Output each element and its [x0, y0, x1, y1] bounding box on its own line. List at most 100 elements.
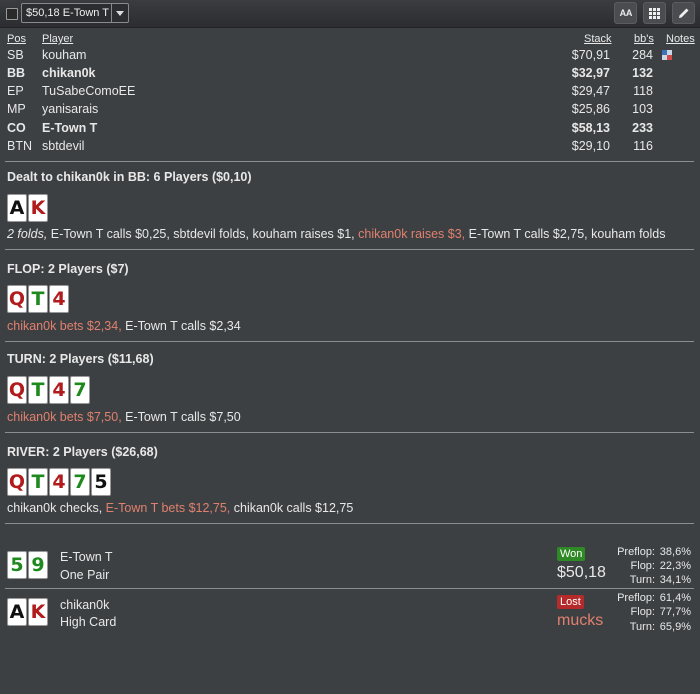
- card: A: [7, 194, 27, 222]
- player-bbs: 233: [632, 121, 653, 135]
- card: Q: [7, 376, 27, 404]
- player-row[interactable]: BB chikan0k $32,97 132: [0, 66, 700, 84]
- river-action: chikan0k checks, E-Town T bets $12,75, c…: [7, 501, 353, 515]
- preflop-title: Dealt to chikan0k in BB: 6 Players ($0,1…: [7, 170, 252, 184]
- hero-action: chikan0k raises $3,: [354, 227, 466, 241]
- player-row[interactable]: SB kouham $70,91 284: [0, 48, 700, 66]
- pencil-icon: [678, 8, 688, 18]
- player-stack: $29,47: [571, 84, 610, 98]
- equity-label: Turn:: [629, 574, 655, 586]
- river-title: RIVER: 2 Players ($26,68): [7, 445, 158, 459]
- result-hand: High Card: [60, 615, 117, 629]
- card: 4: [49, 376, 69, 404]
- board-cards: Q T 4: [7, 285, 69, 313]
- divider: [5, 161, 694, 162]
- player-pos: EP: [7, 84, 24, 98]
- card: T: [28, 376, 48, 404]
- player-stack: $25,86: [571, 102, 610, 116]
- divider: [5, 432, 694, 433]
- result-player-name: chikan0k: [60, 598, 110, 612]
- board-cards: Q T 4 7: [7, 376, 90, 404]
- card: 4: [49, 468, 69, 496]
- hero-action: chikan0k bets $2,34,: [7, 319, 122, 333]
- player-pos: CO: [7, 121, 26, 135]
- card: A: [7, 598, 27, 626]
- edit-button[interactable]: [672, 2, 695, 24]
- font-size-button[interactable]: A A: [614, 2, 637, 24]
- player-name: sbtdevil: [42, 139, 85, 153]
- player-stack: $32,97: [571, 66, 610, 80]
- player-row[interactable]: EP TuSabeComoEE $29,47 118: [0, 84, 700, 102]
- divider: [5, 249, 694, 250]
- player-bbs: 118: [633, 84, 653, 98]
- action-text: chikan0k checks,: [7, 501, 103, 515]
- showdown-cards: 5 9: [7, 551, 48, 579]
- player-row[interactable]: MP yanisarais $25,86 103: [0, 102, 700, 120]
- player-pos: SB: [7, 48, 24, 62]
- player-stack: $29,10: [571, 139, 610, 153]
- player-name: E-Town T: [42, 121, 98, 135]
- card: Q: [7, 285, 27, 313]
- equity-value: 65,9%: [659, 621, 691, 633]
- font-size-icon: A A: [619, 8, 633, 18]
- header-pos[interactable]: Pos: [7, 33, 26, 45]
- header-player[interactable]: Player: [42, 33, 73, 45]
- chevron-down-icon[interactable]: [111, 4, 128, 22]
- header-notes[interactable]: Notes: [666, 33, 695, 45]
- lost-badge: Lost: [557, 595, 584, 609]
- divider: [5, 341, 694, 342]
- equity-label: Preflop:: [617, 546, 655, 558]
- card: 9: [28, 551, 48, 579]
- player-pos: BTN: [7, 139, 32, 153]
- player-pos: BB: [7, 66, 26, 80]
- equity-label: Flop:: [630, 606, 655, 618]
- action-text: E-Town T calls $0,25, sbtdevil folds, ko…: [47, 227, 355, 241]
- player-bbs: 103: [632, 102, 653, 116]
- card: 4: [49, 285, 69, 313]
- header-stack[interactable]: Stack: [584, 33, 612, 45]
- showdown-cards: A K: [7, 598, 48, 626]
- player-stack: $70,91: [571, 48, 610, 62]
- card: 7: [70, 468, 90, 496]
- player-stack: $58,13: [571, 121, 610, 135]
- equity-value: 34,1%: [659, 574, 691, 586]
- card: 5: [7, 551, 27, 579]
- hero-action: chikan0k bets $7,50,: [7, 410, 122, 424]
- action-text: chikan0k calls $12,75: [230, 501, 354, 515]
- card: K: [28, 194, 48, 222]
- player-row[interactable]: BTN sbtdevil $29,10 116: [0, 139, 700, 157]
- grid-icon: [649, 7, 660, 19]
- player-bbs: 284: [632, 48, 653, 62]
- action-text: E-Town T calls $7,50: [121, 410, 241, 424]
- equity-label: Flop:: [630, 560, 655, 572]
- player-name: kouham: [42, 48, 87, 62]
- select-checkbox[interactable]: [6, 8, 18, 20]
- grid-view-button[interactable]: [643, 2, 666, 24]
- header-bbs[interactable]: bb's: [634, 33, 654, 45]
- board-cards: Q T 4 7 5: [7, 468, 111, 496]
- divider: [5, 523, 694, 524]
- turn-title: TURN: 2 Players ($11,68): [7, 352, 154, 366]
- player-name: TuSabeComoEE: [42, 84, 136, 98]
- equity-value: 61,4%: [659, 592, 691, 604]
- player-row[interactable]: CO E-Town T $58,13 233: [0, 121, 700, 139]
- equity-value: 77,7%: [659, 606, 691, 618]
- hand-select[interactable]: $50,18 E-Town T: [21, 3, 129, 23]
- action-folds: 2 folds,: [7, 227, 48, 241]
- hole-cards: A K: [7, 194, 48, 222]
- card: 5: [91, 468, 111, 496]
- toolbar: $50,18 E-Town T A A: [0, 0, 700, 28]
- preflop-action: 2 folds, E-Town T calls $0,25, sbtdevil …: [7, 227, 665, 241]
- hand-select-value: $50,18 E-Town T: [26, 7, 109, 19]
- note-icon[interactable]: [662, 50, 672, 60]
- result-player-name: E-Town T: [60, 550, 113, 564]
- villain-action: E-Town T bets $12,75,: [102, 501, 231, 515]
- divider: [5, 588, 694, 589]
- equity-label: Preflop:: [617, 592, 655, 604]
- turn-action: chikan0k bets $7,50, E-Town T calls $7,5…: [7, 410, 241, 424]
- player-name: yanisarais: [42, 102, 99, 116]
- card: K: [28, 598, 48, 626]
- player-bbs: 116: [633, 139, 653, 153]
- player-bbs: 132: [632, 66, 653, 80]
- player-name: chikan0k: [42, 66, 96, 80]
